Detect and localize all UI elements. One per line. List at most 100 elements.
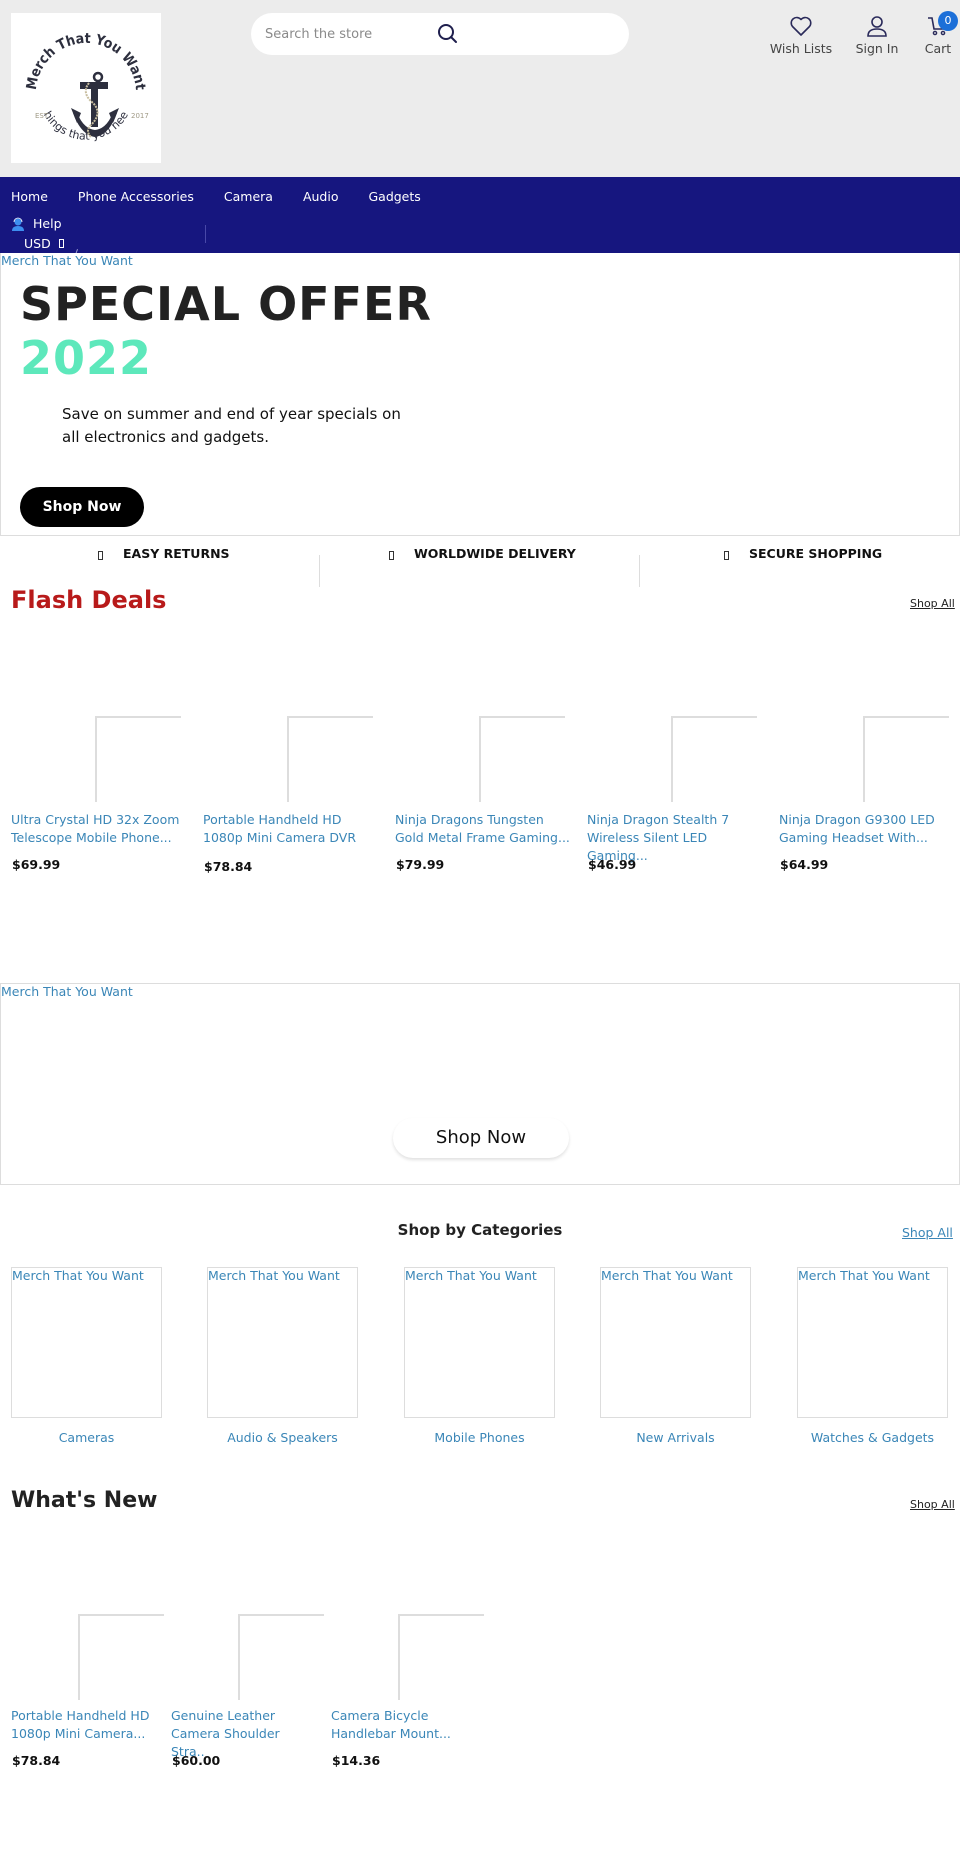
- product-image[interactable]: [95, 716, 181, 802]
- returns-icon: [98, 551, 103, 560]
- category-image-alt: Merch That You Want: [405, 1268, 537, 1283]
- category-image-alt: Merch That You Want: [601, 1268, 733, 1283]
- cart-link[interactable]: 0 Cart: [920, 11, 958, 56]
- product-image[interactable]: [287, 716, 373, 802]
- cart-label: Cart: [924, 41, 952, 56]
- currency-label: USD: [24, 236, 51, 251]
- currency-selector[interactable]: USD: [24, 236, 64, 251]
- wishlist-link[interactable]: Wish Lists: [768, 15, 834, 56]
- hero-banner: Merch That You Want SPECIAL OFFER 2022 S…: [0, 253, 960, 536]
- main-nav: Home Phone Accessories Camera Audio Gadg…: [0, 177, 960, 255]
- anchor-logo-icon: Merch That You Want Things that you need…: [11, 13, 149, 143]
- category-image[interactable]: Merch That You Want: [600, 1267, 751, 1418]
- category-label[interactable]: Audio & Speakers: [207, 1430, 358, 1445]
- cart-count-badge: 0: [938, 11, 958, 31]
- search-input[interactable]: [265, 13, 425, 55]
- user-icon: [867, 16, 887, 37]
- flash-deals-title: Flash Deals: [11, 586, 167, 614]
- svg-text:Merch That You Want: Merch That You Want: [24, 31, 148, 91]
- support-agent-icon: [12, 217, 24, 231]
- currency-dropdown-icon: [58, 239, 64, 248]
- site-header: Merch That You Want Things that you need…: [0, 0, 960, 177]
- logo-est-label: EST.: [35, 112, 50, 120]
- flash-deals-shop-all-link[interactable]: Shop All: [910, 597, 955, 610]
- category-label[interactable]: New Arrivals: [600, 1430, 751, 1445]
- product-image[interactable]: [398, 1614, 484, 1700]
- product-name[interactable]: Ultra Crystal HD 32x Zoom Telescope Mobi…: [11, 811, 186, 847]
- category-image-alt: Merch That You Want: [208, 1268, 340, 1283]
- product-image[interactable]: [479, 716, 565, 802]
- nav-link-phone-accessories[interactable]: Phone Accessories: [78, 189, 194, 204]
- logo-est-year: 2017: [131, 112, 149, 120]
- hero-shop-now-button[interactable]: Shop Now: [20, 487, 144, 527]
- product-price: $79.99: [396, 857, 445, 872]
- store-logo[interactable]: Merch That You Want Things that you need…: [11, 13, 161, 163]
- category-image-alt: Merch That You Want: [12, 1268, 144, 1283]
- feature-worldwide-delivery: WORLDWIDE DELIVERY: [389, 546, 576, 561]
- product-price: $78.84: [12, 1753, 61, 1768]
- product-price: $69.99: [12, 857, 61, 872]
- nav-link-audio[interactable]: Audio: [303, 189, 339, 204]
- product-name[interactable]: Portable Handheld HD 1080p Mini Camera D…: [203, 811, 378, 847]
- categories-title: Shop by Categories: [397, 1221, 563, 1239]
- category-image[interactable]: Merch That You Want: [11, 1267, 162, 1418]
- whats-new-shop-all-link[interactable]: Shop All: [910, 1498, 955, 1511]
- product-image[interactable]: [671, 716, 757, 802]
- feature-secure-shopping: SECURE SHOPPING: [724, 546, 882, 561]
- delivery-icon: [389, 551, 394, 560]
- category-image-alt: Merch That You Want: [798, 1268, 930, 1283]
- product-price: $46.99: [588, 857, 637, 872]
- categories-shop-all-link[interactable]: Shop All: [902, 1225, 953, 1240]
- category-label[interactable]: Mobile Phones: [404, 1430, 555, 1445]
- product-image[interactable]: [78, 1614, 164, 1700]
- wishlist-label: Wish Lists: [769, 41, 833, 56]
- product-price: $78.84: [204, 859, 253, 874]
- category-image[interactable]: Merch That You Want: [797, 1267, 948, 1418]
- hero-description: Save on summer and end of year specials …: [62, 405, 401, 446]
- feature-easy-returns: EASY RETURNS: [98, 546, 230, 561]
- feature-divider: [639, 555, 640, 587]
- promo-shop-now-button[interactable]: Shop Now: [393, 1118, 569, 1158]
- secure-icon: [724, 551, 729, 560]
- feature-divider: [319, 555, 320, 587]
- category-card-watches-gadgets[interactable]: Merch That You Want Watches & Gadgets: [797, 1267, 948, 1445]
- category-card-audio-speakers[interactable]: Merch That You Want Audio & Speakers: [207, 1267, 358, 1445]
- category-card-new-arrivals[interactable]: Merch That You Want New Arrivals: [600, 1267, 751, 1445]
- nav-divider: [205, 225, 206, 243]
- product-image[interactable]: [863, 716, 949, 802]
- promo-banner: Merch That You Want Shop Now: [0, 983, 960, 1185]
- product-price: $60.00: [172, 1753, 221, 1768]
- product-price: $64.99: [780, 857, 829, 872]
- category-card-mobile-phones[interactable]: Merch That You Want Mobile Phones: [404, 1267, 555, 1445]
- search-icon[interactable]: [435, 21, 461, 47]
- category-image[interactable]: Merch That You Want: [207, 1267, 358, 1418]
- feature-label: EASY RETURNS: [123, 546, 230, 561]
- promo-banner-image-alt: Merch That You Want: [1, 984, 133, 999]
- hero-year: 2022: [20, 331, 153, 385]
- heart-icon: [790, 16, 812, 36]
- logo-top-text: Merch That You Want: [24, 31, 148, 91]
- category-image[interactable]: Merch That You Want: [404, 1267, 555, 1418]
- product-name[interactable]: Ninja Dragons Tungsten Gold Metal Frame …: [395, 811, 570, 847]
- search-bar: [251, 13, 629, 55]
- category-label[interactable]: Cameras: [11, 1430, 162, 1445]
- whats-new-title: What's New: [11, 1488, 158, 1513]
- signin-label: Sign In: [855, 41, 899, 56]
- signin-link[interactable]: Sign In: [852, 15, 902, 56]
- product-name[interactable]: Portable Handheld HD 1080p Mini Camera..…: [11, 1707, 151, 1743]
- help-label: Help: [33, 216, 62, 231]
- hero-image-alt: Merch That You Want: [1, 253, 133, 268]
- help-link[interactable]: Help: [11, 216, 62, 231]
- product-name[interactable]: Ninja Dragon G9300 LED Gaming Headset Wi…: [779, 811, 954, 847]
- product-name[interactable]: Camera Bicycle Handlebar Mount...: [331, 1707, 471, 1743]
- category-card-cameras[interactable]: Merch That You Want Cameras: [11, 1267, 162, 1445]
- nav-link-gadgets[interactable]: Gadgets: [368, 189, 420, 204]
- product-price: $14.36: [332, 1753, 381, 1768]
- nav-link-camera[interactable]: Camera: [224, 189, 273, 204]
- product-image[interactable]: [238, 1614, 324, 1700]
- nav-links: Home Phone Accessories Camera Audio Gadg…: [11, 189, 451, 204]
- feature-label: WORLDWIDE DELIVERY: [414, 546, 576, 561]
- category-label[interactable]: Watches & Gadgets: [797, 1430, 948, 1445]
- feature-label: SECURE SHOPPING: [749, 546, 883, 561]
- nav-link-home[interactable]: Home: [11, 189, 48, 204]
